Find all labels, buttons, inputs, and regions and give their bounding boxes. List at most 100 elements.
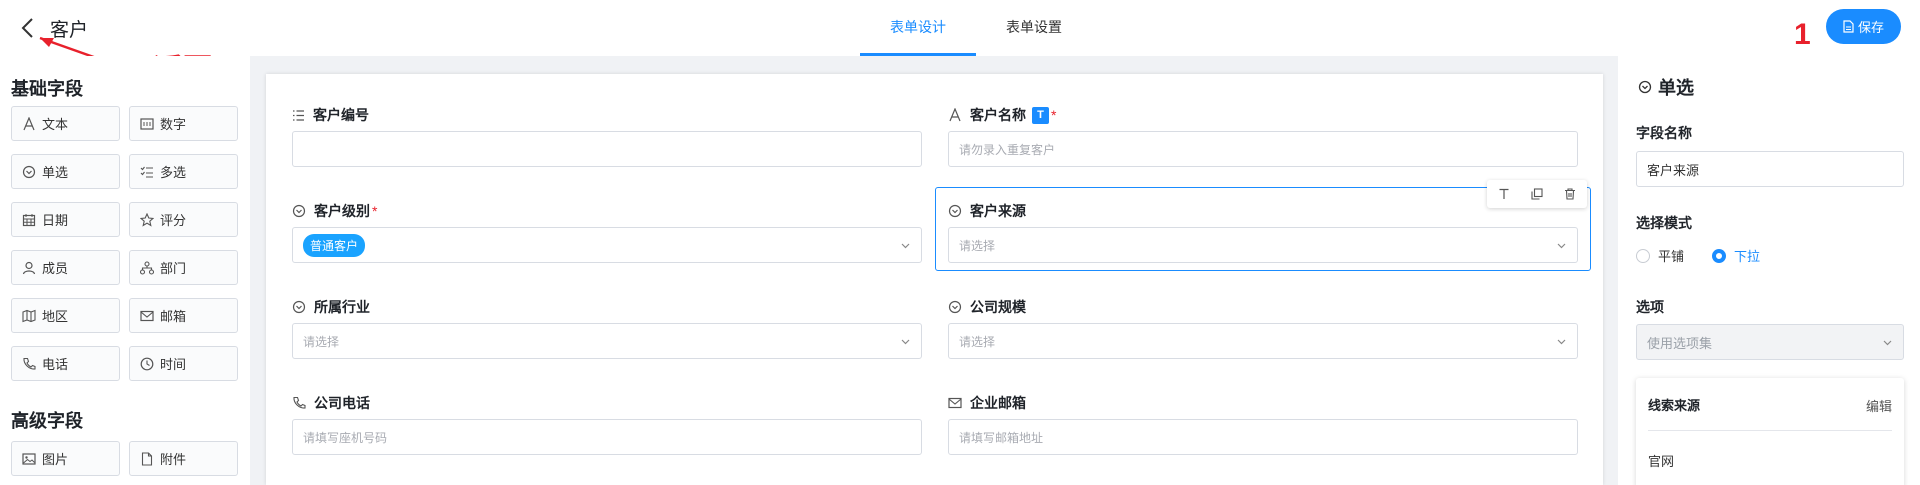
select-placeholder: 请选择 bbox=[959, 334, 996, 349]
palette-item-attachment[interactable]: 附件 bbox=[129, 441, 238, 476]
user-icon bbox=[22, 261, 36, 274]
palette-label: 地区 bbox=[42, 309, 69, 324]
option-set-name: 线索来源 bbox=[1648, 398, 1701, 413]
checklist-icon bbox=[140, 166, 153, 178]
radio-icon bbox=[1638, 80, 1652, 94]
mail-icon bbox=[948, 397, 962, 409]
customer-level-select[interactable]: 普通客户 bbox=[292, 227, 922, 263]
delete-field-button[interactable] bbox=[1560, 184, 1580, 204]
form-designer-app: 客户 表单设计 表单设置 保存 2返回 1 基础字段 文本 数字 单选 bbox=[0, 0, 1920, 485]
tab-form-design[interactable]: 表单设计 bbox=[860, 0, 976, 56]
palette-item-checkbox[interactable]: 多选 bbox=[129, 154, 238, 189]
option-item: 官网 bbox=[1648, 454, 1675, 469]
copy-field-button[interactable] bbox=[1527, 184, 1547, 204]
radio-label: 平铺 bbox=[1658, 249, 1685, 264]
field-label-text: 公司电话 bbox=[314, 395, 370, 411]
radio-icon bbox=[22, 165, 36, 178]
palette-label: 附件 bbox=[160, 452, 187, 467]
title-icon bbox=[1499, 188, 1509, 199]
palette-label: 评分 bbox=[160, 213, 187, 228]
field-name-input[interactable]: 客户来源 bbox=[1636, 151, 1904, 187]
divider bbox=[1648, 430, 1892, 431]
palette-item-email[interactable]: 邮箱 bbox=[129, 298, 238, 333]
palette-item-text[interactable]: 文本 bbox=[11, 106, 120, 141]
palette-item-number[interactable]: 数字 bbox=[129, 106, 238, 141]
radio-icon bbox=[292, 204, 306, 218]
palette-label: 日期 bbox=[42, 213, 69, 228]
tab-form-settings[interactable]: 表单设置 bbox=[976, 0, 1092, 56]
selected-option-chip: 普通客户 bbox=[303, 233, 366, 257]
palette-item-image[interactable]: 图片 bbox=[11, 441, 120, 476]
palette-label: 时间 bbox=[160, 357, 187, 372]
palette-item-region[interactable]: 地区 bbox=[11, 298, 120, 333]
customer-id-input[interactable] bbox=[292, 131, 922, 167]
save-button[interactable]: 保存 bbox=[1826, 9, 1901, 44]
customer-name-input[interactable]: 请勿录入重复客户 bbox=[948, 131, 1578, 167]
palette-label: 电话 bbox=[42, 357, 69, 372]
field-palette: 基础字段 文本 数字 单选 多选 日期 评分 成员 部门 地区 邮箱 电话 时间… bbox=[0, 56, 250, 485]
chevron-down-icon bbox=[901, 339, 910, 345]
field-label-text: 所属行业 bbox=[314, 299, 370, 315]
list-icon bbox=[293, 109, 304, 121]
star-icon bbox=[140, 212, 154, 227]
field-label-text: 企业邮箱 bbox=[970, 395, 1026, 411]
chevron-down-icon bbox=[1557, 339, 1566, 345]
palette-item-rating[interactable]: 评分 bbox=[129, 202, 238, 237]
option-set-edit-link[interactable]: 编辑 bbox=[1866, 396, 1892, 415]
properties-panel: 单选 字段名称 客户来源 选择模式 平铺 下拉 选项 使用选项集 线索来源 编辑… bbox=[1618, 56, 1920, 485]
option-set-select-text: 使用选项集 bbox=[1647, 335, 1713, 351]
field-label: 公司规模 bbox=[948, 297, 1026, 317]
calendar-icon bbox=[22, 213, 36, 226]
palette-label: 多选 bbox=[160, 165, 187, 180]
palette-label: 邮箱 bbox=[160, 309, 187, 324]
text-icon bbox=[23, 116, 35, 130]
phone-icon bbox=[293, 396, 306, 409]
field-label-text: 客户级别 bbox=[314, 203, 370, 219]
palette-item-member[interactable]: 成员 bbox=[11, 250, 120, 285]
clock-icon bbox=[140, 357, 154, 370]
palette-item-radio[interactable]: 单选 bbox=[11, 154, 120, 189]
field-toolbar bbox=[1487, 180, 1587, 208]
properties-title-text: 单选 bbox=[1658, 78, 1694, 98]
field-label: 所属行业 bbox=[292, 297, 370, 317]
file-icon bbox=[141, 451, 153, 466]
set-title-button[interactable] bbox=[1494, 184, 1514, 204]
palette-item-time[interactable]: 时间 bbox=[129, 346, 238, 381]
document-icon bbox=[1843, 20, 1854, 33]
annotation-save: 1 bbox=[1794, 18, 1811, 51]
option-set-select[interactable]: 使用选项集 bbox=[1636, 324, 1904, 360]
options-label: 选项 bbox=[1636, 299, 1664, 315]
field-label: 客户编号 bbox=[292, 105, 369, 125]
mode-radio-flat[interactable]: 平铺 bbox=[1636, 246, 1684, 265]
copy-icon bbox=[1531, 188, 1543, 200]
option-set-card: 线索来源 编辑 官网 bbox=[1636, 378, 1904, 485]
number-icon bbox=[140, 117, 154, 130]
required-mark: * bbox=[1051, 107, 1057, 123]
field-label: 企业邮箱 bbox=[948, 393, 1026, 413]
palette-item-phone[interactable]: 电话 bbox=[11, 346, 120, 381]
company-email-input[interactable]: 请填写邮箱地址 bbox=[948, 419, 1578, 455]
phone-icon bbox=[23, 357, 36, 370]
top-bar: 客户 表单设计 表单设置 保存 bbox=[0, 0, 1920, 56]
company-size-select[interactable]: 请选择 bbox=[948, 323, 1578, 359]
save-label: 保存 bbox=[1857, 20, 1884, 35]
palette-label: 单选 bbox=[42, 165, 69, 180]
chevron-down-icon bbox=[1883, 340, 1892, 346]
field-label: 客户名称 T * bbox=[948, 105, 1056, 125]
palette-label: 数字 bbox=[160, 117, 187, 132]
palette-item-date[interactable]: 日期 bbox=[11, 202, 120, 237]
field-label-text: 客户名称 bbox=[970, 107, 1026, 123]
palette-label: 部门 bbox=[160, 261, 187, 276]
company-phone-input[interactable]: 请填写座机号码 bbox=[292, 419, 922, 455]
advanced-fields-title: 高级字段 bbox=[11, 411, 83, 431]
basic-fields-title: 基础字段 bbox=[11, 79, 83, 99]
mode-radio-dropdown[interactable]: 下拉 bbox=[1712, 246, 1760, 265]
required-mark: * bbox=[372, 203, 378, 219]
palette-item-department[interactable]: 部门 bbox=[129, 250, 238, 285]
palette-label: 图片 bbox=[42, 452, 69, 467]
industry-select[interactable]: 请选择 bbox=[292, 323, 922, 359]
radio-icon bbox=[948, 300, 962, 314]
field-label: 公司电话 bbox=[292, 393, 370, 413]
radio-dot bbox=[1636, 248, 1650, 263]
org-icon bbox=[140, 260, 154, 275]
